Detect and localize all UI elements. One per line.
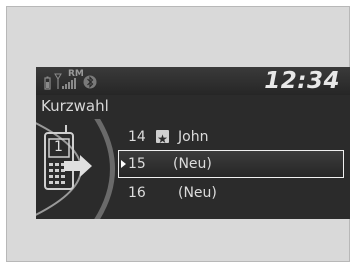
bluetooth-icon (83, 75, 97, 89)
roaming-indicator: RM (68, 69, 84, 79)
entry-name: (Neu) (178, 185, 217, 201)
battery-icon (44, 76, 51, 90)
entry-number: 16 (128, 185, 146, 201)
screen-title: Kurzwahl (41, 97, 109, 115)
entry-name: John (178, 129, 209, 145)
status-bar: RM 12:34 (36, 67, 350, 95)
list-item[interactable]: 14 ★ John (128, 125, 342, 149)
list-item[interactable]: 16 (Neu) (128, 181, 342, 205)
speed-dial-list: 1 14 ★ John 15 (Neu) 16 (Neu) (36, 119, 350, 219)
favorite-star-icon: ★ (156, 130, 169, 146)
speed-dial-slot-number: 1 (54, 139, 63, 155)
phone-display: RM 12:34 Kurzwahl 1 14 ★ John 15 (Neu) 1… (36, 67, 350, 219)
entry-number: 15 (128, 156, 146, 172)
manual-figure-frame: RM 12:34 Kurzwahl 1 14 ★ John 15 (Neu) 1… (6, 6, 350, 262)
selection-cursor-icon (121, 160, 126, 168)
entry-number: 14 (128, 129, 146, 145)
list-item-selected[interactable]: 15 (Neu) (118, 150, 344, 178)
entry-name: (Neu) (173, 156, 212, 172)
clock-time: 12:34 (264, 68, 340, 94)
status-icons: RM (44, 69, 97, 90)
